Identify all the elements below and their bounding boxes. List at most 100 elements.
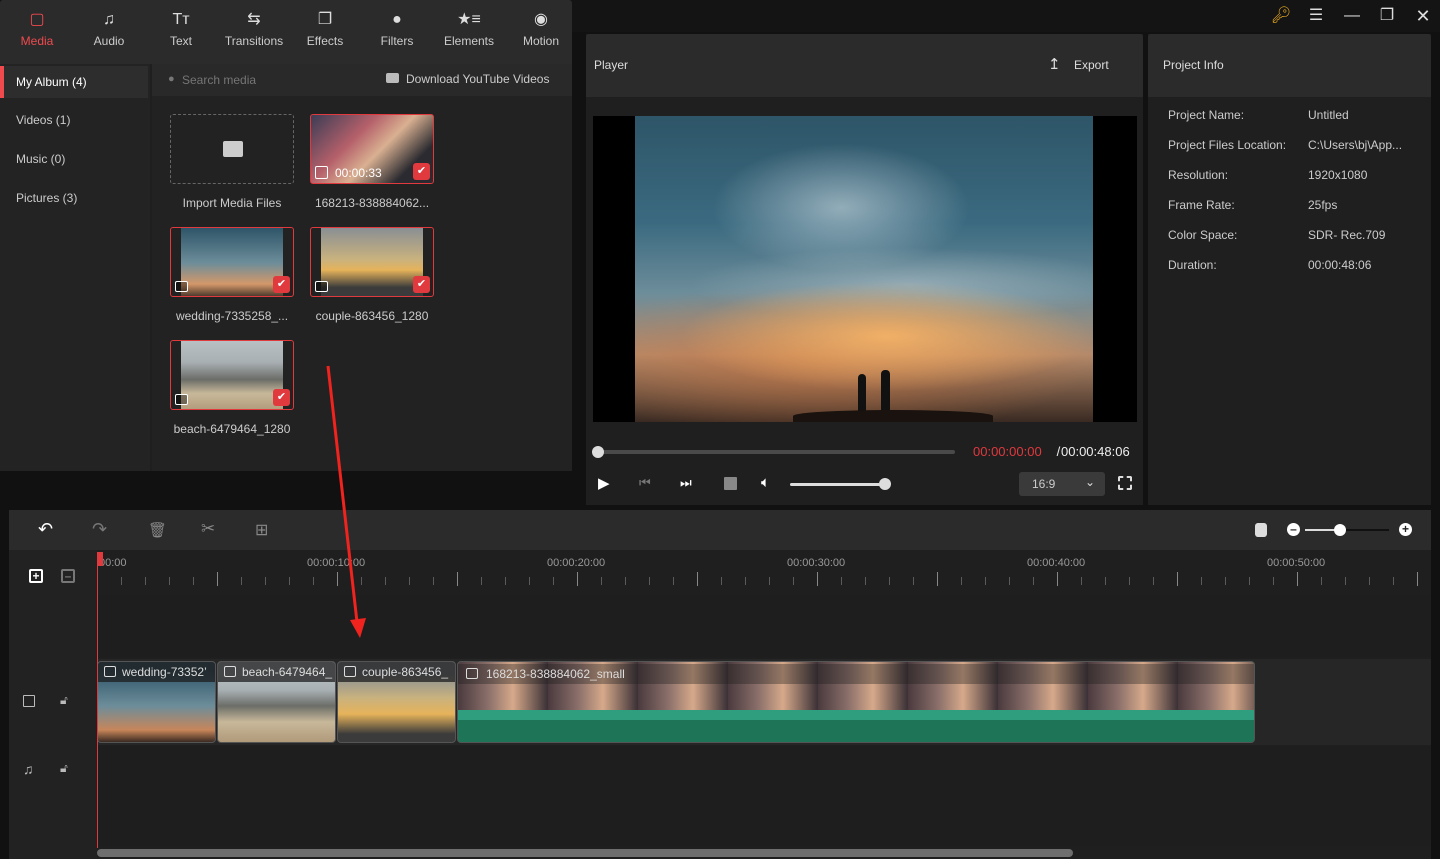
tab-media[interactable]: ▢ Media	[7, 10, 67, 48]
checkmark-icon[interactable]: ✔	[273, 276, 290, 293]
timeline-clip-couple[interactable]: couple-863456_	[337, 661, 456, 743]
scissors-icon[interactable]: ✂︎	[201, 519, 215, 539]
video-preview[interactable]	[593, 116, 1137, 422]
unlock-icon[interactable]: 🔓︎	[60, 761, 68, 776]
volume-icon[interactable]: 🔈︎	[761, 474, 770, 491]
checkmark-icon[interactable]: ✔	[413, 163, 430, 180]
playback-progress-handle[interactable]	[592, 446, 604, 458]
add-track-icon[interactable]: +	[29, 569, 43, 583]
menu-icon[interactable]: ☰	[1305, 6, 1327, 26]
undo-icon[interactable]: ↶	[38, 519, 53, 540]
folder-icon	[223, 141, 243, 157]
ruler-tick	[1369, 577, 1370, 585]
ruler-tick	[721, 577, 722, 585]
player-header: Player ↥ Export	[586, 34, 1143, 97]
tab-motion[interactable]: ◉ Motion	[511, 10, 571, 48]
ruler-tick	[1081, 577, 1082, 585]
info-value-frame-rate: 25fps	[1308, 198, 1338, 212]
sidebar-item-my-album[interactable]: My Album (4)	[0, 66, 148, 98]
ruler-label: 00:00	[99, 557, 127, 569]
minimize-icon[interactable]: —	[1341, 6, 1363, 26]
ruler-tick	[961, 577, 962, 585]
ruler-tick	[289, 577, 290, 585]
zoom-in-icon[interactable]: +	[1399, 523, 1412, 536]
tab-transitions[interactable]: ⇆ Transitions	[223, 10, 285, 48]
info-value-resolution: 1920x1080	[1308, 168, 1368, 182]
swap-arrows-icon: ⇆	[247, 11, 261, 28]
ruler-tick	[793, 577, 794, 585]
tab-filters[interactable]: ● Filters	[367, 10, 427, 48]
ruler-tick	[1105, 577, 1106, 585]
restore-icon[interactable]: ❐	[1376, 6, 1398, 26]
ruler-tick	[505, 577, 506, 585]
media-item-image[interactable]: ✔	[170, 227, 294, 297]
info-value-project-name: Untitled	[1308, 108, 1349, 122]
aspect-ratio-select[interactable]: 16:9 ⌄	[1019, 472, 1105, 496]
fit-timeline-icon[interactable]	[1255, 523, 1267, 537]
playhead-line[interactable]	[97, 552, 98, 848]
checkmark-icon[interactable]: ✔	[413, 276, 430, 293]
tab-audio[interactable]: ♫ Audio	[79, 10, 139, 48]
zoom-out-icon[interactable]: –	[1287, 523, 1300, 536]
import-media-button[interactable]	[170, 114, 294, 184]
redo-icon[interactable]: ↷	[92, 519, 107, 540]
tab-text[interactable]: Tᴛ Text	[151, 10, 211, 48]
media-item-image[interactable]: ✔	[310, 227, 434, 297]
remove-track-icon[interactable]: –	[61, 569, 75, 583]
time-ruler[interactable]: 00:00 00:00:10:00 00:00:20:00 00:00:30:0…	[97, 550, 1431, 595]
image-icon	[344, 666, 356, 677]
close-icon[interactable]: ✕	[1412, 6, 1434, 26]
previous-frame-button[interactable]: ⏮︎	[639, 475, 651, 491]
export-icon: ↥	[1048, 56, 1061, 73]
video-duration: 00:00:33	[335, 166, 382, 180]
ruler-tick	[1297, 572, 1298, 586]
tab-effects[interactable]: ❐ Effects	[295, 10, 355, 48]
timeline: + – 🔓︎ ♫ 🔓︎ 00:00 00:00:10:00 00:00:20:0…	[9, 550, 1431, 859]
media-item-video[interactable]: 00:00:33 ✔	[310, 114, 434, 184]
playback-progress-track[interactable]	[598, 450, 955, 454]
ruler-tick	[1321, 577, 1322, 585]
ruler-tick	[553, 577, 554, 585]
timeline-scrollbar[interactable]	[97, 849, 1073, 857]
play-button[interactable]: ▶	[598, 474, 610, 492]
timeline-toolbar: ↶ ↷ 🗑︎ ✂︎ ⊞ – +	[9, 510, 1431, 550]
sidebar-item-music[interactable]: Music (0)	[0, 143, 148, 175]
info-label-resolution: Resolution:	[1168, 168, 1229, 182]
elements-icon: ★≡	[457, 11, 481, 28]
info-label-color-space: Color Space:	[1168, 228, 1238, 242]
volume-slider-track[interactable]	[790, 483, 885, 486]
crop-icon[interactable]: ⊞	[255, 520, 268, 540]
image-icon	[104, 666, 116, 677]
timeline-clip-wedding[interactable]: wedding-73352’	[97, 661, 216, 743]
tab-elements[interactable]: ★≡ Elements	[439, 10, 499, 48]
ruler-tick	[1393, 577, 1394, 585]
unlock-icon[interactable]: 🔓︎	[60, 693, 68, 708]
checkmark-icon[interactable]: ✔	[273, 389, 290, 406]
ruler-tick	[625, 577, 626, 585]
timeline-clip-beach[interactable]: beach-6479464_	[217, 661, 336, 743]
sidebar-item-pictures[interactable]: Pictures (3)	[0, 182, 148, 214]
ruler-tick	[649, 577, 650, 585]
filters-icon: ●	[392, 11, 402, 28]
volume-slider-handle[interactable]	[879, 478, 891, 490]
media-topbar: ● Download YouTube Videos	[152, 64, 572, 96]
timeline-clip-video[interactable]: 168213-838884062_small	[457, 661, 1255, 743]
media-item-image[interactable]: ✔	[170, 340, 294, 410]
delete-icon[interactable]: 🗑︎	[148, 521, 167, 539]
ruler-tick	[1009, 577, 1010, 585]
key-icon[interactable]: 🔑︎	[1270, 6, 1292, 26]
fullscreen-button[interactable]	[1118, 476, 1132, 490]
image-icon	[315, 281, 328, 292]
ruler-tick	[481, 577, 482, 585]
stop-button[interactable]	[724, 477, 737, 490]
youtube-download-icon	[386, 73, 399, 83]
ruler-tick	[1033, 577, 1034, 585]
sidebar-item-videos[interactable]: Videos (1)	[0, 104, 148, 136]
search-input[interactable]	[182, 70, 342, 90]
next-frame-button[interactable]: ⏭︎	[680, 475, 692, 491]
download-youtube-button[interactable]: Download YouTube Videos	[406, 72, 549, 86]
zoom-slider-handle[interactable]	[1334, 524, 1347, 536]
ruler-tick	[337, 572, 338, 586]
media-item-label: beach-6479464_1280	[173, 422, 291, 436]
player-panel: Player ↥ Export 00:00:00:00 / 00:00:48:0…	[586, 34, 1143, 505]
